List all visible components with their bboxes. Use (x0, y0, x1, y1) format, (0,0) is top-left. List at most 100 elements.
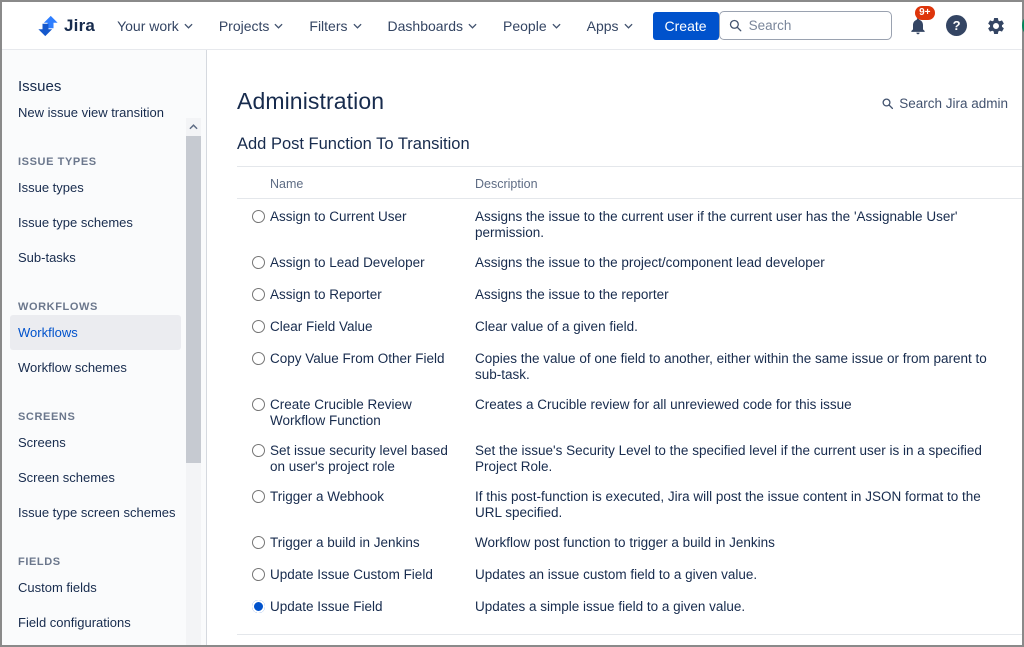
post-function-row-trigger-a-webhook: Trigger a WebhookIf this post-function i… (237, 482, 1022, 528)
search-icon (728, 18, 743, 33)
post-function-row-set-issue-security-level-based-on-user-s-project-role: Set issue security level based on user's… (237, 436, 1022, 482)
sidebar-item-workflows[interactable]: Workflows (10, 315, 181, 350)
radio-cell (237, 255, 270, 273)
jira-logo-icon (37, 15, 59, 37)
post-function-description: Set the issue's Security Level to the sp… (475, 443, 1022, 475)
radio-assign-to-current-user[interactable] (252, 210, 265, 223)
post-function-description: Updates an issue custom field to a given… (475, 567, 1022, 583)
sidebar-item-screens[interactable]: Screens (10, 425, 186, 460)
sidebar-item-issue-types[interactable]: Issue types (10, 170, 186, 205)
post-function-row-create-crucible-review-workflow-function: Create Crucible Review Workflow Function… (237, 390, 1022, 436)
nav-item-your-work[interactable]: Your work (117, 18, 193, 34)
nav-item-filters[interactable]: Filters (309, 18, 361, 34)
chevron-down-icon (353, 23, 362, 29)
post-function-name: Clear Field Value (270, 319, 475, 335)
radio-assign-to-lead-developer[interactable] (252, 256, 265, 269)
radio-cell (237, 319, 270, 337)
help-button[interactable]: ? (944, 13, 970, 39)
nav-item-projects[interactable]: Projects (219, 18, 284, 34)
search-icon (881, 97, 894, 110)
search-jira-admin-link[interactable]: Search Jira admin (881, 96, 1008, 111)
sidebar-item-issue-type-screen-schemes[interactable]: Issue type screen schemes (10, 495, 186, 530)
create-button[interactable]: Create (653, 12, 719, 40)
post-function-description: If this post-function is executed, Jira … (475, 489, 1022, 521)
help-icon: ? (946, 15, 967, 36)
nav-item-apps[interactable]: Apps (587, 18, 633, 34)
radio-assign-to-reporter[interactable] (252, 288, 265, 301)
chevron-down-icon (624, 23, 633, 29)
post-function-row-copy-value-from-other-field: Copy Value From Other FieldCopies the va… (237, 344, 1022, 390)
scrollbar-up-arrow-icon[interactable] (186, 118, 201, 135)
search-jira-admin-label: Search Jira admin (899, 96, 1008, 111)
jira-admin-window: Jira Your work Projects Filters Dashboards P… (0, 0, 1024, 647)
post-function-row-update-issue-field: Update Issue FieldUpdates a simple issue… (237, 592, 1022, 624)
post-function-row-assign-to-reporter: Assign to ReporterAssigns the issue to t… (237, 280, 1022, 312)
radio-create-crucible-review-workflow-function[interactable] (252, 398, 265, 411)
post-function-name: Assign to Current User (270, 209, 475, 225)
page-shell: Issues New issue view transition ISSUE T… (2, 50, 1022, 645)
sidebar-item-workflow-schemes[interactable]: Workflow schemes (10, 350, 186, 385)
sidebar-item-new-issue-view-transition[interactable]: New issue view transition (10, 95, 186, 130)
radio-cell (237, 599, 270, 617)
post-function-name: Copy Value From Other Field (270, 351, 475, 367)
settings-button[interactable] (983, 13, 1009, 39)
post-function-description: Workflow post function to trigger a buil… (475, 535, 1022, 551)
post-function-description: Updates a simple issue field to a given … (475, 599, 1022, 615)
radio-set-issue-security-level-based-on-user-s-project-role[interactable] (252, 444, 265, 457)
post-function-row-clear-field-value: Clear Field ValueClear value of a given … (237, 312, 1022, 344)
scrollbar-thumb[interactable] (186, 136, 201, 463)
global-search-box[interactable] (719, 11, 892, 40)
radio-cell (237, 351, 270, 369)
jira-logo[interactable]: Jira (37, 15, 95, 37)
radio-update-issue-custom-field[interactable] (252, 568, 265, 581)
sidebar-scrollbar[interactable] (186, 118, 201, 645)
post-function-name: Trigger a build in Jenkins (270, 535, 475, 551)
admin-sidebar: Issues New issue view transition ISSUE T… (2, 50, 207, 645)
column-header-description: Description (475, 177, 538, 191)
form-actions: Add Cancel (237, 634, 1022, 645)
top-navigation-bar: Jira Your work Projects Filters Dashboards P… (2, 2, 1022, 50)
radio-clear-field-value[interactable] (252, 320, 265, 333)
nav-item-label: Projects (219, 18, 270, 34)
sidebar-item-sub-tasks[interactable]: Sub-tasks (10, 240, 186, 275)
post-function-name: Update Issue Custom Field (270, 567, 475, 583)
nav-item-label: Dashboards (388, 18, 464, 34)
nav-item-label: Apps (587, 18, 619, 34)
app-switcher-icon[interactable] (22, 17, 27, 34)
nav-item-dashboards[interactable]: Dashboards (388, 18, 478, 34)
search-input[interactable] (749, 18, 883, 33)
post-function-name: Assign to Reporter (270, 287, 475, 303)
sidebar-item-custom-fields[interactable]: Custom fields (10, 570, 186, 605)
jira-logo-text: Jira (64, 16, 95, 36)
sidebar-item-field-configurations[interactable]: Field configurations (10, 605, 186, 640)
notifications-button[interactable]: 9+ (905, 13, 931, 39)
post-function-description: Copies the value of one field to another… (475, 351, 1022, 383)
column-header-name: Name (270, 177, 475, 191)
table-header: Name Description (237, 167, 1022, 199)
sidebar-item-issue-type-schemes[interactable]: Issue type schemes (10, 205, 186, 240)
radio-cell (237, 397, 270, 415)
nav-item-people[interactable]: People (503, 18, 561, 34)
chevron-down-icon (468, 23, 477, 29)
radio-trigger-a-webhook[interactable] (252, 490, 265, 503)
sidebar-item-screen-schemes[interactable]: Screen schemes (10, 460, 186, 495)
radio-update-issue-field[interactable] (252, 600, 265, 613)
sidebar-section-header-fields: FIELDS (10, 546, 198, 570)
post-function-description: Assigns the issue to the current user if… (475, 209, 1022, 241)
chevron-down-icon (184, 23, 193, 29)
post-function-name: Set issue security level based on user's… (270, 443, 475, 475)
post-function-list: Assign to Current UserAssigns the issue … (237, 199, 1022, 624)
sidebar-section-header-screens: SCREENS (10, 401, 198, 425)
main-content: Administration Search Jira admin Add Pos… (207, 50, 1022, 645)
post-function-name: Assign to Lead Developer (270, 255, 475, 271)
radio-copy-value-from-other-field[interactable] (252, 352, 265, 365)
radio-trigger-a-build-in-jenkins[interactable] (252, 536, 265, 549)
post-function-description: Clear value of a given field. (475, 319, 1022, 335)
section-title: Add Post Function To Transition (237, 135, 1022, 167)
post-function-name: Update Issue Field (270, 599, 475, 615)
post-function-description: Creates a Crucible review for all unrevi… (475, 397, 1022, 413)
radio-cell (237, 489, 270, 507)
sidebar-section-header-workflows: WORKFLOWS (10, 291, 198, 315)
post-function-name: Trigger a Webhook (270, 489, 475, 505)
nav-item-label: Your work (117, 18, 179, 34)
